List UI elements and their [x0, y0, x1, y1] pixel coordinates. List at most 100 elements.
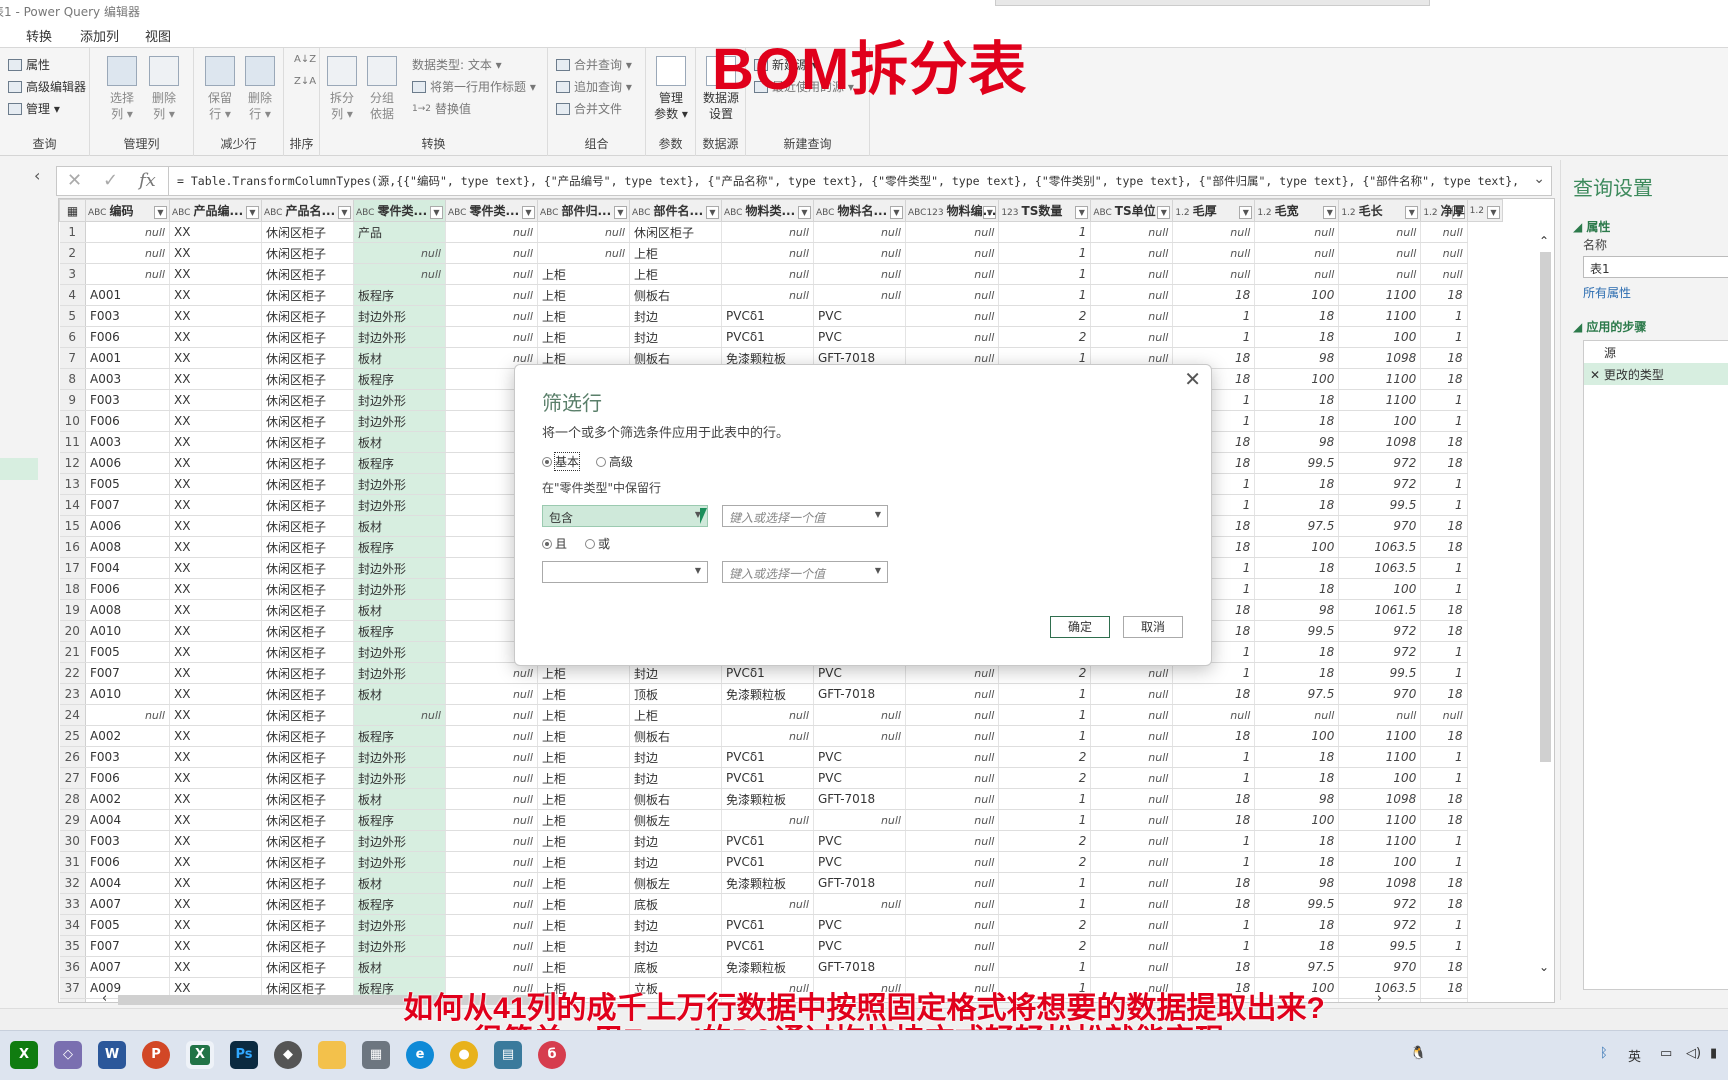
table-row[interactable]: 33 A007 XX 休闲区柜子 板程序 null 上柜 底板 null null null 1 nul… [59, 893, 1503, 915]
row-number[interactable]: 4 [59, 284, 86, 306]
column-filter-dropdown-icon[interactable]: ▼ [154, 206, 167, 219]
row-number[interactable]: 36 [59, 956, 86, 978]
visual-studio-icon[interactable]: ◇ [54, 1041, 82, 1069]
column-filter-dropdown-icon[interactable]: ▼ [614, 206, 627, 219]
photoshop-icon[interactable]: Ps [230, 1041, 258, 1069]
column-type-icon[interactable]: ABC [632, 208, 650, 218]
table-row[interactable]: 34 F005 XX 休闲区柜子 封边外形 null 上柜 封边 PVCδ1 PVC null 2 nu… [59, 914, 1503, 936]
column-header[interactable]: ▼ ABC 编码 [85, 199, 170, 222]
word-icon[interactable]: W [98, 1041, 126, 1069]
edge-icon[interactable]: e [406, 1041, 434, 1069]
close-dialog-icon[interactable]: ✕ [1184, 367, 1201, 391]
column-filter-dropdown-icon[interactable]: ▼ [706, 206, 719, 219]
bluetooth-tray-icon[interactable]: ᛒ [1600, 1046, 1608, 1061]
row-number[interactable]: 20 [59, 620, 86, 642]
row-number[interactable]: 5 [59, 305, 86, 327]
tab-add-column[interactable]: 添加列 [80, 26, 119, 45]
column-type-icon[interactable]: ABC [356, 208, 374, 218]
query-name-input[interactable]: 表1 [1583, 256, 1728, 278]
row-number[interactable]: 12 [59, 452, 86, 474]
append-queries-button[interactable]: 追加查询 ▾ [556, 78, 632, 95]
column-header[interactable]: ▼ ABC 部件名... [629, 199, 722, 222]
all-properties-link[interactable]: 所有属性 [1583, 284, 1631, 301]
column-header[interactable]: ▼ 1.2 毛厚 [1172, 199, 1256, 222]
group-by-button[interactable]: 分组 依据 [364, 56, 400, 122]
sort-ascending-button[interactable]: A↓Z [294, 54, 316, 65]
column-header[interactable]: ▼ ABC 产品编... [169, 199, 262, 222]
row-number[interactable]: 19 [59, 599, 86, 621]
column-filter-dropdown-icon[interactable]: ▼ [430, 206, 443, 219]
row-number[interactable]: 35 [59, 935, 86, 957]
remove-rows-button[interactable]: 删除 行 ▾ [240, 56, 280, 122]
row-number[interactable]: 27 [59, 767, 86, 789]
row-number[interactable]: 11 [59, 431, 86, 453]
column-filter-dropdown-icon[interactable]: ▼ [1157, 206, 1171, 219]
operator-select-2[interactable]: ▼ [542, 561, 708, 583]
column-type-icon[interactable]: 1.2 [1423, 208, 1437, 218]
column-filter-dropdown-icon[interactable]: ▼ [1075, 206, 1089, 219]
tab-transform[interactable]: 转换 [26, 26, 52, 45]
column-filter-dropdown-icon[interactable]: ▼ [1405, 206, 1419, 219]
file-explorer-icon[interactable] [318, 1041, 346, 1069]
table-row[interactable]: 28 A002 XX 休闲区柜子 板材 null 上柜 侧板右 免漆颗粒板 GFT-7018 nul… [59, 788, 1503, 810]
column-header[interactable]: ▼ ABC TS单位 [1090, 199, 1174, 222]
powerpoint-icon[interactable]: P [142, 1041, 170, 1069]
cancel-formula-icon[interactable]: ✕ [67, 170, 82, 191]
row-number[interactable]: 23 [59, 683, 86, 705]
row-number[interactable]: 18 [59, 578, 86, 600]
column-header[interactable]: ▼ 1.2 毛宽 [1254, 199, 1340, 222]
column-header[interactable]: ▼ ABC 产品名... [261, 199, 354, 222]
table-row[interactable]: 23 A010 XX 休闲区柜子 板材 null 上柜 顶板 免漆颗粒板 GFT-7018 null… [59, 683, 1503, 705]
column-type-icon[interactable]: ABC [88, 208, 106, 218]
excel-icon[interactable]: X [186, 1041, 214, 1069]
vertical-scrollbar[interactable]: ⌃ ⌄ [1537, 230, 1553, 990]
column-header[interactable]: ▼ ABC 物料类... [721, 199, 814, 222]
xbox-icon[interactable]: X [10, 1041, 38, 1069]
step-source[interactable]: 源 [1584, 341, 1728, 363]
column-filter-dropdown-icon[interactable]: ▼ [890, 206, 903, 219]
notes-icon[interactable]: ▤ [494, 1041, 522, 1069]
table-row[interactable]: 25 A002 XX 休闲区柜子 板程序 null 上柜 侧板右 null null null 1 nu… [59, 725, 1503, 747]
use-first-row-headers-button[interactable]: 将第一行用作标题 ▾ [412, 78, 536, 95]
network-tray-icon[interactable]: ▭ [1660, 1046, 1672, 1061]
advanced-editor-button[interactable]: 高级编辑器 [8, 78, 86, 95]
sort-descending-button[interactable]: Z↓A [294, 76, 316, 87]
column-filter-dropdown-icon[interactable]: ▼ [338, 206, 351, 219]
row-number[interactable]: 9 [59, 389, 86, 411]
confirm-formula-icon[interactable]: ✓ [103, 170, 118, 191]
red-app-icon[interactable]: б [538, 1041, 566, 1069]
fx-icon[interactable]: fx [139, 170, 156, 191]
table-row[interactable]: 5 F003 XX 休闲区柜子 封边外形 null 上柜 封边 PVCδ1 PVC null 2 nul… [59, 305, 1503, 327]
replace-values-button[interactable]: 1→2 替换值 [412, 100, 471, 117]
radio-advanced[interactable]: 高级 [596, 453, 633, 470]
cancel-button[interactable]: 取消 [1123, 616, 1183, 638]
volume-tray-icon[interactable]: ◁) [1686, 1046, 1701, 1061]
collapse-queries-pane-icon[interactable]: ‹ [34, 166, 40, 185]
radio-basic[interactable]: 基本 [542, 452, 581, 471]
column-header[interactable]: ▼ ABC 物料名... [813, 199, 906, 222]
table-row[interactable]: 29 A004 XX 休闲区柜子 板程序 null 上柜 侧板左 null null null 1 nu… [59, 809, 1503, 831]
row-number[interactable]: 30 [59, 830, 86, 852]
table-row[interactable]: 35 F007 XX 休闲区柜子 封边外形 null 上柜 封边 PVCδ1 PVC null 2 nu… [59, 935, 1503, 957]
column-type-icon[interactable]: ABC123 [908, 208, 944, 218]
merge-queries-button[interactable]: 合并查询 ▾ [556, 56, 632, 73]
column-header[interactable]: ▼ 1.2 毛长 [1338, 199, 1422, 222]
table-row[interactable]: 27 F006 XX 休闲区柜子 封边外形 null 上柜 封边 PVCδ1 PVC null 2 nu… [59, 767, 1503, 789]
row-number[interactable]: 29 [59, 809, 86, 831]
column-type-icon[interactable]: ABC [264, 208, 282, 218]
table-row[interactable]: 6 F006 XX 休闲区柜子 封边外形 null 上柜 封边 PVCδ1 PVC null 2 nul… [59, 326, 1503, 348]
column-type-icon[interactable]: 123 [1001, 208, 1018, 218]
row-number[interactable]: 34 [59, 914, 86, 936]
ok-button[interactable]: 确定 [1050, 616, 1110, 638]
applied-steps-section[interactable]: ◢ 应用的步骤 [1573, 318, 1646, 335]
row-number[interactable]: 6 [59, 326, 86, 348]
chrome-icon[interactable]: ● [450, 1041, 478, 1069]
battery-tray-icon[interactable]: ▮ [1710, 1046, 1717, 1061]
value-input-1[interactable]: 键入或选择一个值 ▼ [722, 505, 888, 527]
column-filter-dropdown-icon[interactable]: ▼ [798, 206, 811, 219]
row-number[interactable]: 31 [59, 851, 86, 873]
column-header[interactable]: ▼ 1.2 净厚 [1420, 199, 1468, 222]
value-input-2[interactable]: 键入或选择一个值 ▼ [722, 561, 888, 583]
column-type-icon[interactable]: ABC [724, 208, 742, 218]
column-type-icon[interactable]: 1.2 [1175, 208, 1189, 218]
